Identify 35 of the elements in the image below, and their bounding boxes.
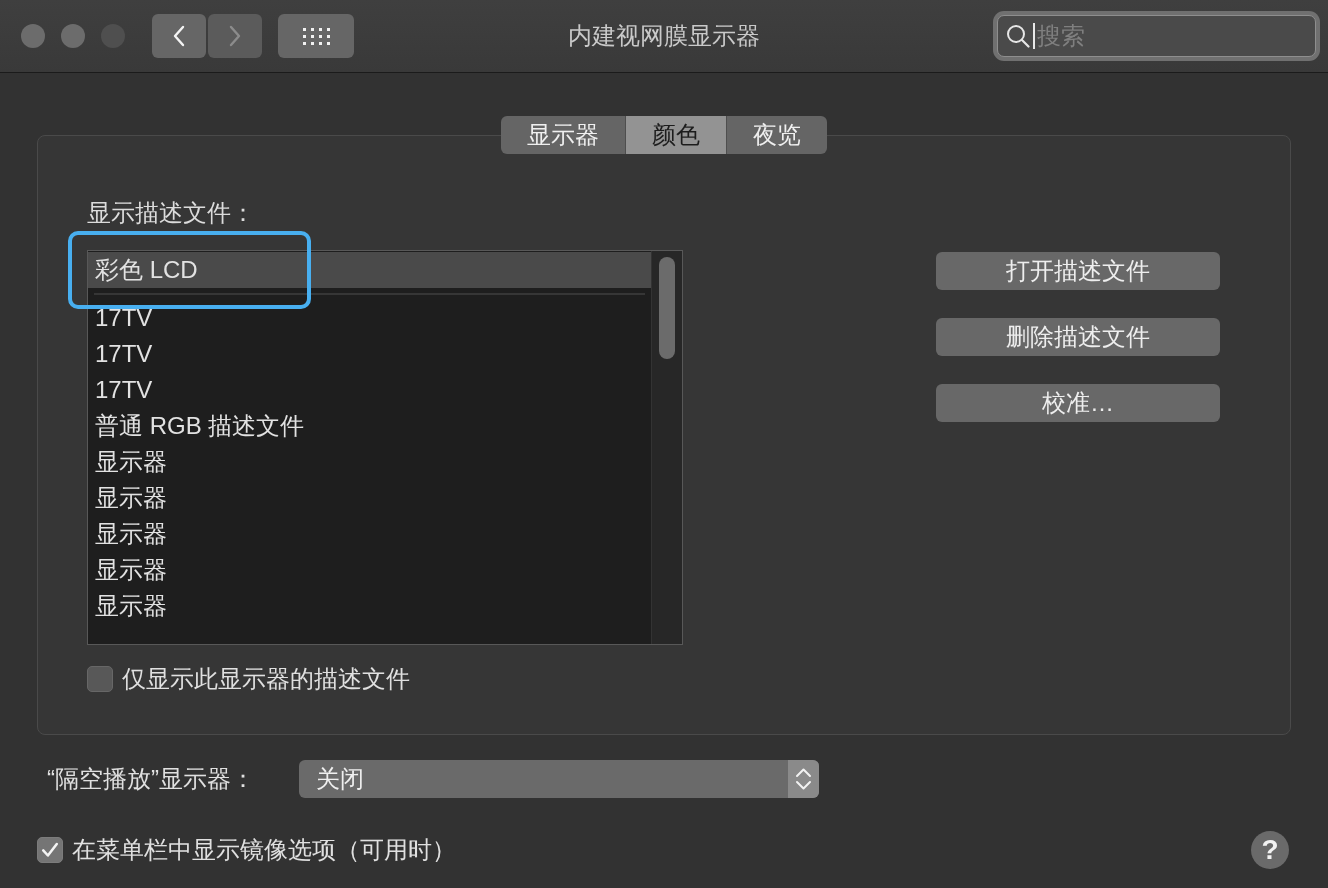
list-item[interactable]: 显示器: [88, 552, 651, 588]
list-item[interactable]: 显示器: [88, 516, 651, 552]
dropdown[interactable]: 关闭: [299, 760, 819, 798]
list-item[interactable]: 普通 RGB 描述文件: [88, 408, 651, 444]
airplay-display-label: “隔空播放”显示器：: [47, 764, 256, 794]
tab[interactable]: 颜色: [625, 116, 726, 154]
tab[interactable]: 夜览: [726, 116, 827, 154]
up-down-chevron-icon: [788, 760, 819, 798]
grid-icon: [302, 27, 330, 45]
minimize-window-button[interactable]: [61, 24, 85, 48]
list-item[interactable]: 17TV: [88, 372, 651, 408]
checkbox[interactable]: [87, 666, 113, 692]
tab[interactable]: 显示器: [501, 116, 625, 154]
close-window-button[interactable]: [21, 24, 45, 48]
chevron-right-icon: [229, 25, 241, 47]
chevron-left-icon: [173, 25, 185, 47]
profiles-label: 显示描述文件：: [87, 200, 255, 226]
scrollbar-thumb[interactable]: [659, 257, 675, 359]
window-title: 内建视网膜显示器: [568, 21, 760, 51]
checkbox-label: 仅显示此显示器的描述文件: [122, 664, 410, 694]
back-button[interactable]: [152, 14, 206, 58]
checkbox[interactable]: [37, 837, 63, 863]
profile-action-button[interactable]: 打开描述文件: [936, 252, 1220, 290]
list-item[interactable]: 17TV: [88, 300, 651, 336]
list-item[interactable]: 显示器: [88, 480, 651, 516]
list-item[interactable]: 显示器: [88, 444, 651, 480]
text-cursor-icon: [1033, 23, 1035, 49]
list-item[interactable]: 17TV: [88, 336, 651, 372]
checkbox-label: 在菜单栏中显示镜像选项（可用时）: [72, 835, 456, 865]
list-item[interactable]: 显示器: [88, 588, 651, 624]
profile-action-button[interactable]: 删除描述文件: [936, 318, 1220, 356]
show-all-button[interactable]: [278, 14, 354, 58]
profile-action-button[interactable]: 校准…: [936, 384, 1220, 422]
help-button[interactable]: ?: [1251, 831, 1289, 869]
search-icon: [1006, 24, 1030, 48]
